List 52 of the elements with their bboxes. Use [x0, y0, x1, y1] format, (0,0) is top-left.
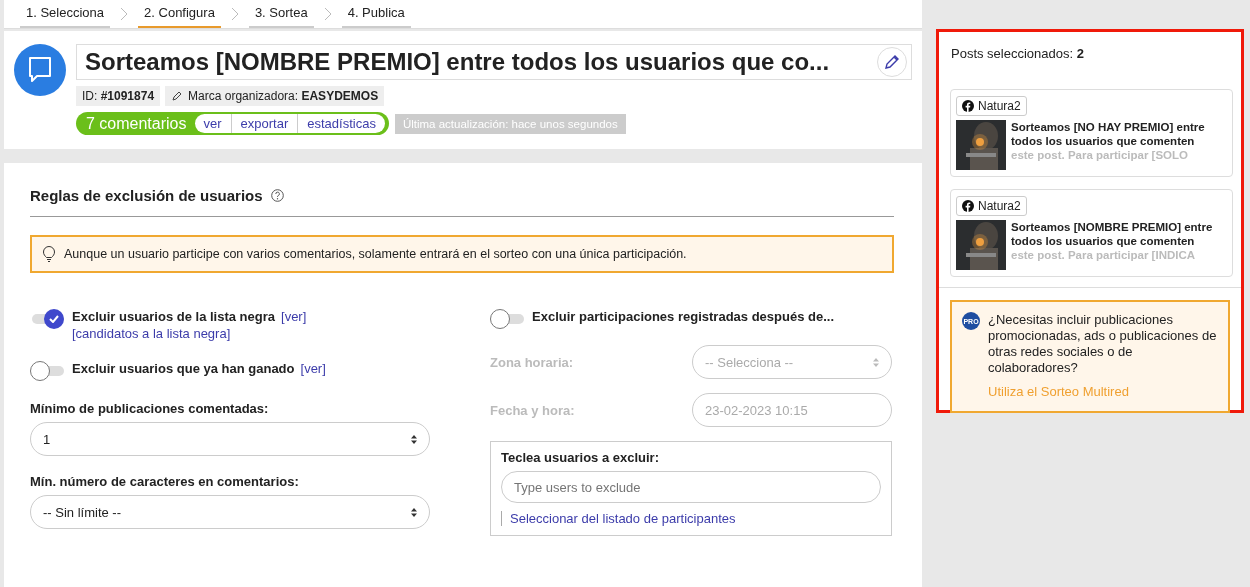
page-tag: Natura2 [956, 196, 1027, 216]
id-label: ID: #1091874 [76, 86, 161, 106]
page-tag: Natura2 [956, 96, 1027, 116]
edit-button[interactable] [877, 47, 907, 77]
sort-arrows-icon [411, 434, 417, 444]
step-tab[interactable]: 4. Publica [341, 5, 411, 28]
post-card[interactable]: Natura2 Sorteamos [NO HAY PREMIO] entre todos los usuarios que comenten este post. Para participar [SOLO [950, 89, 1233, 177]
check-icon [49, 315, 59, 323]
field-label: Teclea usuarios a excluir: [501, 450, 660, 465]
comments-count: 7 comentarios [86, 114, 187, 133]
toggle-label: Excluir usuarios que ya han ganado [72, 361, 295, 376]
pencil-icon [883, 53, 901, 71]
comments-link[interactable]: exportar [230, 114, 298, 133]
facebook-icon [962, 200, 974, 212]
step-tab[interactable]: 1. Selecciona [20, 5, 111, 28]
field-label: Zona horaria: [490, 354, 574, 370]
notice-text: Aunque un usuario participe con varios comentarios, solamente entrará en el sorteo con una única participación. [64, 247, 687, 261]
toggle-switch[interactable] [490, 309, 524, 329]
field-label: Fecha y hora: [490, 402, 575, 418]
posts-count: Posts seleccionados: 2 [950, 45, 1085, 63]
help-icon[interactable] [270, 189, 284, 202]
post-excerpt: este post. Para participar [INDICA [1011, 248, 1197, 262]
field-label: Mínimo de publicaciones comentadas: [30, 401, 270, 416]
promo-text: ¿Necesitas incluir publicaciones promocionadas, ads o publicaciones de otras redes sociales o de colaboradores? [988, 312, 1218, 376]
toggle-label: Excluir participaciones registradas después de... [532, 309, 834, 324]
toggle-label: Excluir usuarios de la lista negra [72, 309, 276, 324]
section-title: Reglas de exclusión de usuarios [30, 187, 263, 204]
step-tab[interactable]: 2. Configura [138, 5, 221, 28]
title-field[interactable]: Sorteamos [NOMBRE PREMIO] entre todos los usuarios que co... [76, 44, 912, 80]
toggle-switch[interactable] [30, 309, 64, 329]
lightbulb-icon [42, 246, 56, 262]
sort-arrows-icon [873, 357, 879, 367]
post-title: Sorteamos [NOMBRE PREMIO] entre todos los usuarios que comenten [1011, 220, 1214, 248]
comment-icon [14, 44, 66, 96]
field-label: Mín. número de caracteres en comentarios: [30, 474, 300, 489]
post-card[interactable]: Natura2 Sorteamos [NOMBRE PREMIO] entre todos los usuarios que comenten este post. Para participar [INDICA [950, 189, 1233, 277]
post-excerpt: este post. Para participar [SOLO [1011, 148, 1190, 162]
comments-link[interactable]: estadísticas [297, 114, 385, 133]
giveaway-title: Sorteamos [NOMBRE PREMIO] entre todos los usuarios que co... [85, 48, 830, 76]
post-title: Sorteamos [NO HAY PREMIO] entre todos los usuarios que comenten [1011, 120, 1206, 148]
input-field[interactable]: Type users to exclude [501, 471, 881, 503]
brand-label: Marca organizadora: EASYDEMOS [165, 86, 385, 106]
sort-arrows-icon [411, 507, 417, 517]
toggle-switch[interactable] [30, 361, 64, 381]
participants-link[interactable]: Seleccionar del listado de participantes [501, 511, 736, 526]
candidates-link[interactable]: [candidatos a la lista negra] [72, 326, 307, 341]
comments-link[interactable]: ver [194, 114, 231, 133]
view-link[interactable]: [ver] [300, 361, 326, 376]
view-link[interactable]: [ver] [281, 309, 307, 324]
pencil-icon [171, 90, 184, 102]
step-tab[interactable]: 3. Sortea [248, 5, 314, 28]
facebook-icon [962, 100, 974, 112]
